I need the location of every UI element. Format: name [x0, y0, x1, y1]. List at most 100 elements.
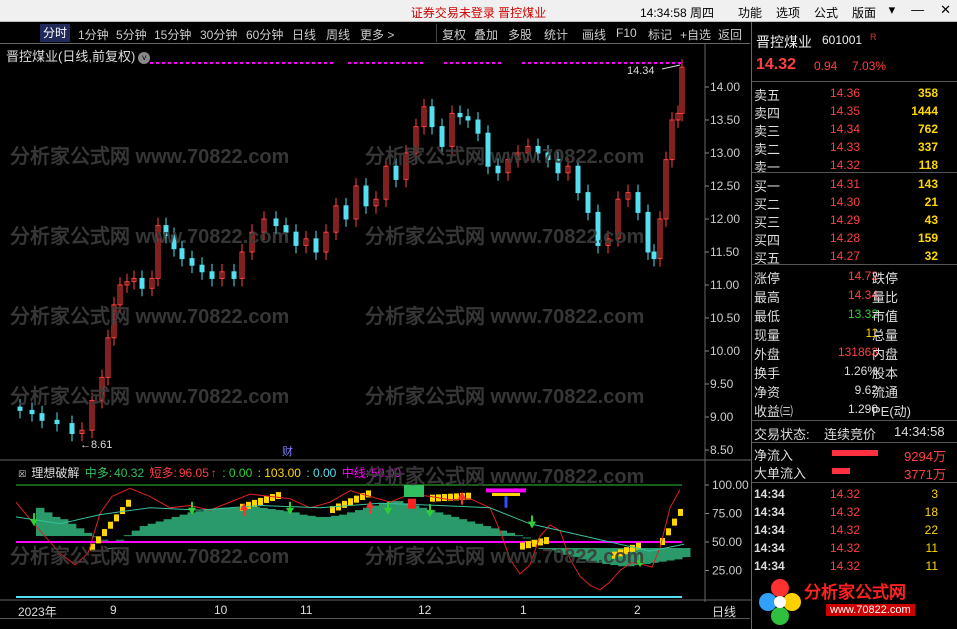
top-dotted-mark — [186, 62, 189, 64]
zd-bar — [83, 532, 93, 536]
big-inflow: 大单流入 3771万 — [752, 462, 957, 482]
candle-body — [575, 165, 581, 194]
dd-bar — [348, 498, 353, 506]
dd-bar — [526, 541, 531, 549]
bid-price: 14.30 — [830, 195, 861, 209]
zd-bar — [674, 548, 683, 560]
x-label-11: 11 — [300, 603, 313, 617]
stat-row: 涨停 14.72 跌停 — [752, 267, 957, 286]
zd-bar — [36, 507, 45, 536]
zx-label: 中线: — [341, 466, 370, 480]
bid-price: 14.29 — [830, 213, 861, 227]
candle-body — [17, 406, 23, 411]
bid-row[interactable]: 买一 14.31 143 — [752, 175, 957, 194]
top-dotted-mark — [264, 62, 267, 64]
candle-body — [393, 165, 399, 180]
candle-body — [139, 277, 145, 289]
top-dotted-mark — [456, 62, 459, 64]
candle-body — [179, 248, 185, 260]
stat-label2: 跌停 — [872, 271, 899, 286]
top-dotted-mark — [402, 62, 405, 64]
zd-bar — [315, 516, 324, 536]
zd-bar — [155, 521, 165, 536]
candle-body — [189, 258, 195, 266]
zd-bar — [123, 535, 133, 537]
candle-body — [595, 211, 601, 246]
minimize-icon[interactable]: — — [911, 2, 924, 17]
price-axis-label: 11.00 — [710, 278, 739, 292]
ask-vol: 358 — [917, 86, 938, 100]
dd-bar — [270, 494, 275, 502]
zd-bar — [259, 507, 268, 536]
menu-formula[interactable]: 公式 — [814, 6, 838, 20]
price-axis-label: 13.00 — [710, 146, 740, 160]
candle-body — [645, 211, 651, 253]
top-dotted-mark — [582, 62, 585, 64]
kline-chart[interactable]: 14.00 13.50 13.00 12.50 12.00 11.50 11.00 10.50… — [0, 22, 751, 628]
signal-yellow-bar — [492, 492, 520, 496]
zd-bar — [211, 508, 220, 536]
ask-row[interactable]: 卖三 14.34 762 — [752, 120, 957, 139]
ask-row[interactable]: 卖五 14.36 358 — [752, 84, 957, 103]
tick-time: 14:34 — [754, 523, 785, 537]
top-dotted-mark — [240, 62, 243, 64]
top-dotted-mark — [474, 62, 477, 64]
candle-body — [651, 251, 657, 260]
candle-body — [535, 145, 541, 154]
top-dotted-mark — [666, 62, 669, 64]
bid-row[interactable]: 买二 14.30 21 — [752, 193, 957, 212]
ask-row[interactable]: 卖四 14.35 1444 — [752, 102, 957, 121]
candle-body — [293, 231, 299, 246]
top-dotted-mark — [150, 62, 153, 64]
zd-bar — [355, 510, 364, 536]
menu-options[interactable]: 选项 — [776, 6, 800, 20]
top-dotted-mark — [384, 62, 387, 64]
status-value: 连续竞价 — [824, 427, 877, 442]
candle-body — [465, 116, 471, 121]
bid-row[interactable]: 买四 14.28 159 — [752, 229, 957, 248]
logo-text: 分析家公式网 — [804, 583, 906, 602]
stat-label2: PE(动) — [872, 404, 912, 419]
site-logo: 分析家公式网 www.70822.com — [754, 574, 957, 629]
top-dotted-mark — [210, 62, 213, 64]
ask-vol: 337 — [917, 140, 938, 154]
ask-label: 卖一 — [754, 160, 781, 175]
stat-row: 现量 11 总量 — [752, 324, 957, 343]
zd-bar — [578, 548, 587, 560]
top-dotted-mark — [408, 62, 411, 64]
candle-body — [475, 119, 481, 134]
tick-vol: 3 — [931, 487, 938, 501]
top-dotted-mark — [318, 62, 321, 64]
top-dotted-mark — [276, 62, 279, 64]
dd-bar — [114, 514, 119, 522]
top-dotted-mark — [372, 62, 375, 64]
dropdown-icon[interactable]: ▾ — [889, 2, 896, 17]
bid-vol: 32 — [924, 249, 938, 263]
top-dotted-mark — [576, 62, 579, 64]
tick-price: 14.32 — [830, 541, 861, 555]
stat-label2: 内盘 — [872, 347, 899, 362]
dd-bar — [126, 499, 131, 507]
candle-body — [545, 152, 551, 161]
bid-row[interactable]: 买三 14.29 43 — [752, 211, 957, 230]
dd-bar — [678, 508, 683, 516]
zd-bar — [666, 548, 675, 561]
tick-price: 14.32 — [830, 487, 861, 501]
ind-axis-label: 100.00 — [712, 478, 749, 492]
tick-vol: 22 — [924, 523, 938, 537]
top-dotted-mark — [366, 62, 369, 64]
bid-row[interactable]: 买五 14.27 32 — [752, 247, 957, 266]
close-icon[interactable]: ✕ — [940, 2, 951, 17]
ask-row[interactable]: 卖二 14.33 337 — [752, 138, 957, 157]
top-dotted-mark — [282, 62, 285, 64]
title-bar: 证券交易未登录 晋控煤业 14:34:58 周四 功能 选项 公式 版面 ▾ — ✕ — [0, 0, 957, 22]
top-menu: 功能 选项 公式 版面 — [738, 4, 890, 21]
top-dotted-mark — [672, 62, 675, 64]
top-dotted-mark — [498, 62, 501, 64]
dd-bar — [612, 551, 617, 559]
low-annotation: ←8.61 — [80, 439, 112, 451]
top-dotted-mark — [480, 62, 483, 64]
menu-function[interactable]: 功能 — [738, 6, 762, 20]
dd-bar — [120, 507, 125, 515]
indicator-box-icon[interactable]: ☒ — [18, 469, 26, 479]
